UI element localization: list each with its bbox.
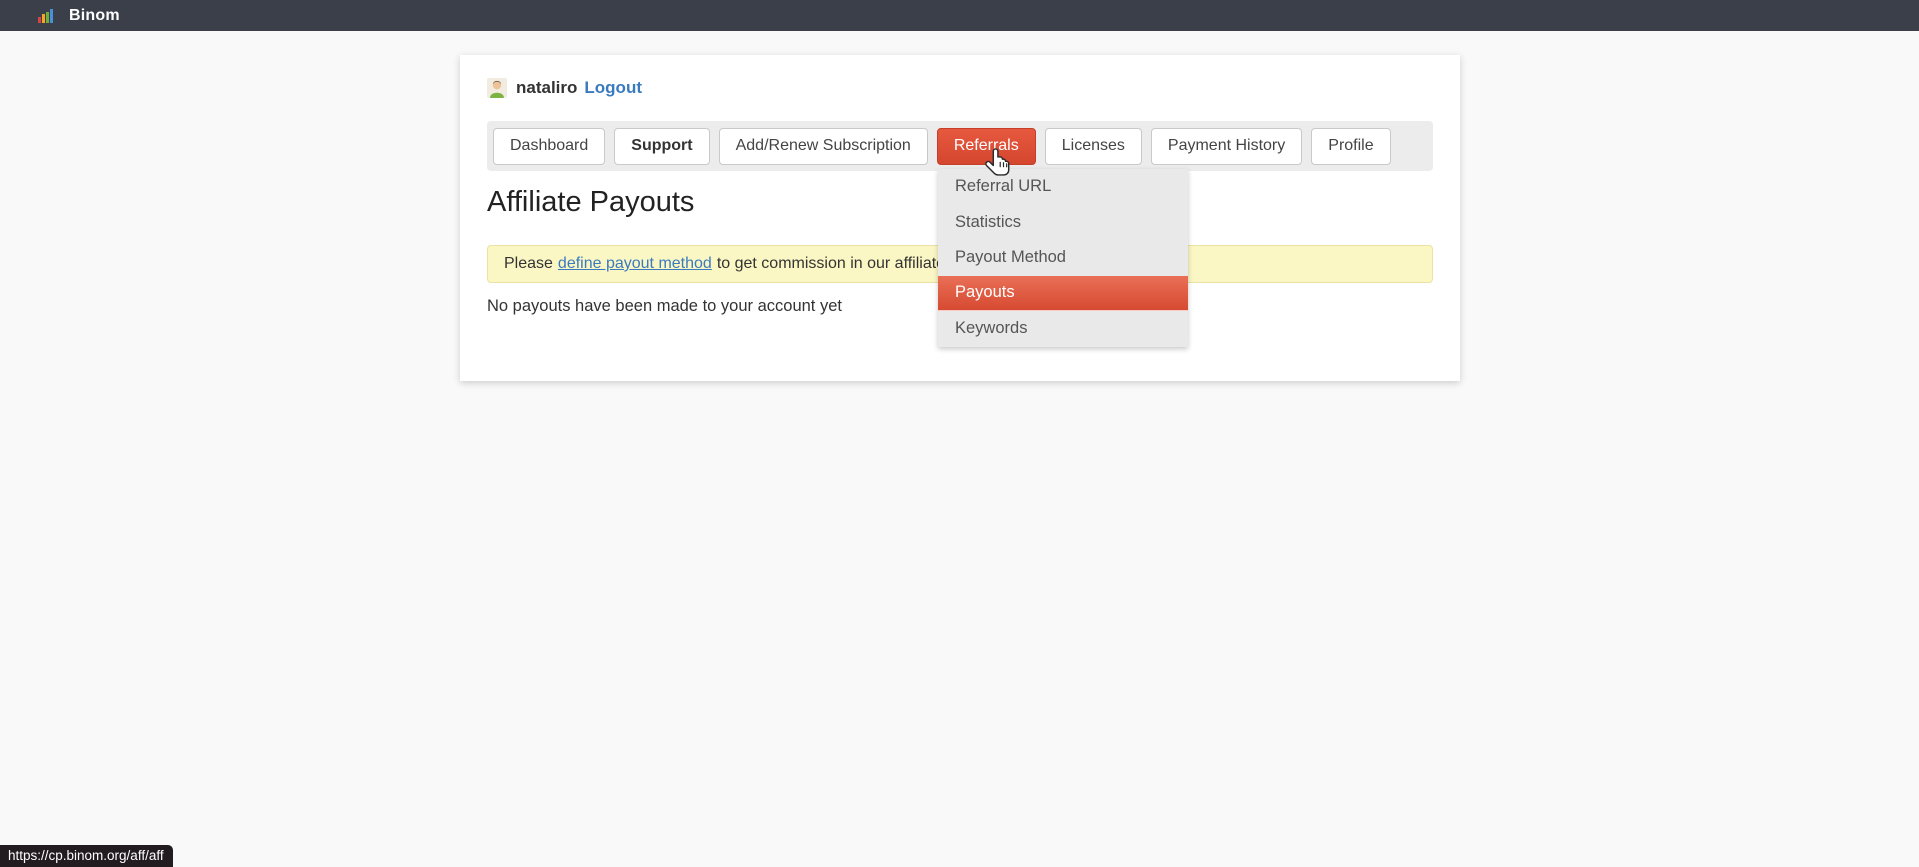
avatar-person-icon (487, 77, 507, 99)
empty-state-message: No payouts have been made to your accoun… (487, 297, 842, 316)
menu-item-referral-url[interactable]: Referral URL (938, 169, 1188, 205)
logout-link[interactable]: Logout (584, 78, 642, 98)
referrals-dropdown-menu: Referral URL Statistics Payout Method Pa… (938, 169, 1188, 347)
menu-item-keywords[interactable]: Keywords (938, 311, 1188, 347)
menu-item-payout-method[interactable]: Payout Method (938, 240, 1188, 276)
menu-item-payouts[interactable]: Payouts (938, 276, 1188, 312)
tab-referrals[interactable]: Referrals (937, 128, 1036, 165)
define-payout-method-link[interactable]: define payout method (558, 255, 712, 273)
tab-licenses[interactable]: Licenses (1045, 128, 1142, 165)
tab-dashboard[interactable]: Dashboard (493, 128, 605, 165)
status-url-bar: https://cp.binom.org/aff/aff (0, 845, 173, 867)
menu-item-statistics[interactable]: Statistics (938, 205, 1188, 241)
page-title: Affiliate Payouts (487, 186, 694, 219)
brand-title: Binom (69, 7, 120, 25)
tab-add-renew-subscription[interactable]: Add/Renew Subscription (719, 128, 928, 165)
topbar: Binom (0, 0, 1919, 31)
bar-chart-icon (38, 8, 55, 23)
tab-support[interactable]: Support (614, 128, 709, 165)
username: nataliro (516, 78, 577, 98)
notice-prefix: Please (504, 255, 553, 273)
nav-tabs: Dashboard Support Add/Renew Subscription… (487, 121, 1433, 171)
tab-profile[interactable]: Profile (1311, 128, 1390, 165)
user-row: nataliro Logout (487, 76, 642, 100)
tab-payment-history[interactable]: Payment History (1151, 128, 1302, 165)
